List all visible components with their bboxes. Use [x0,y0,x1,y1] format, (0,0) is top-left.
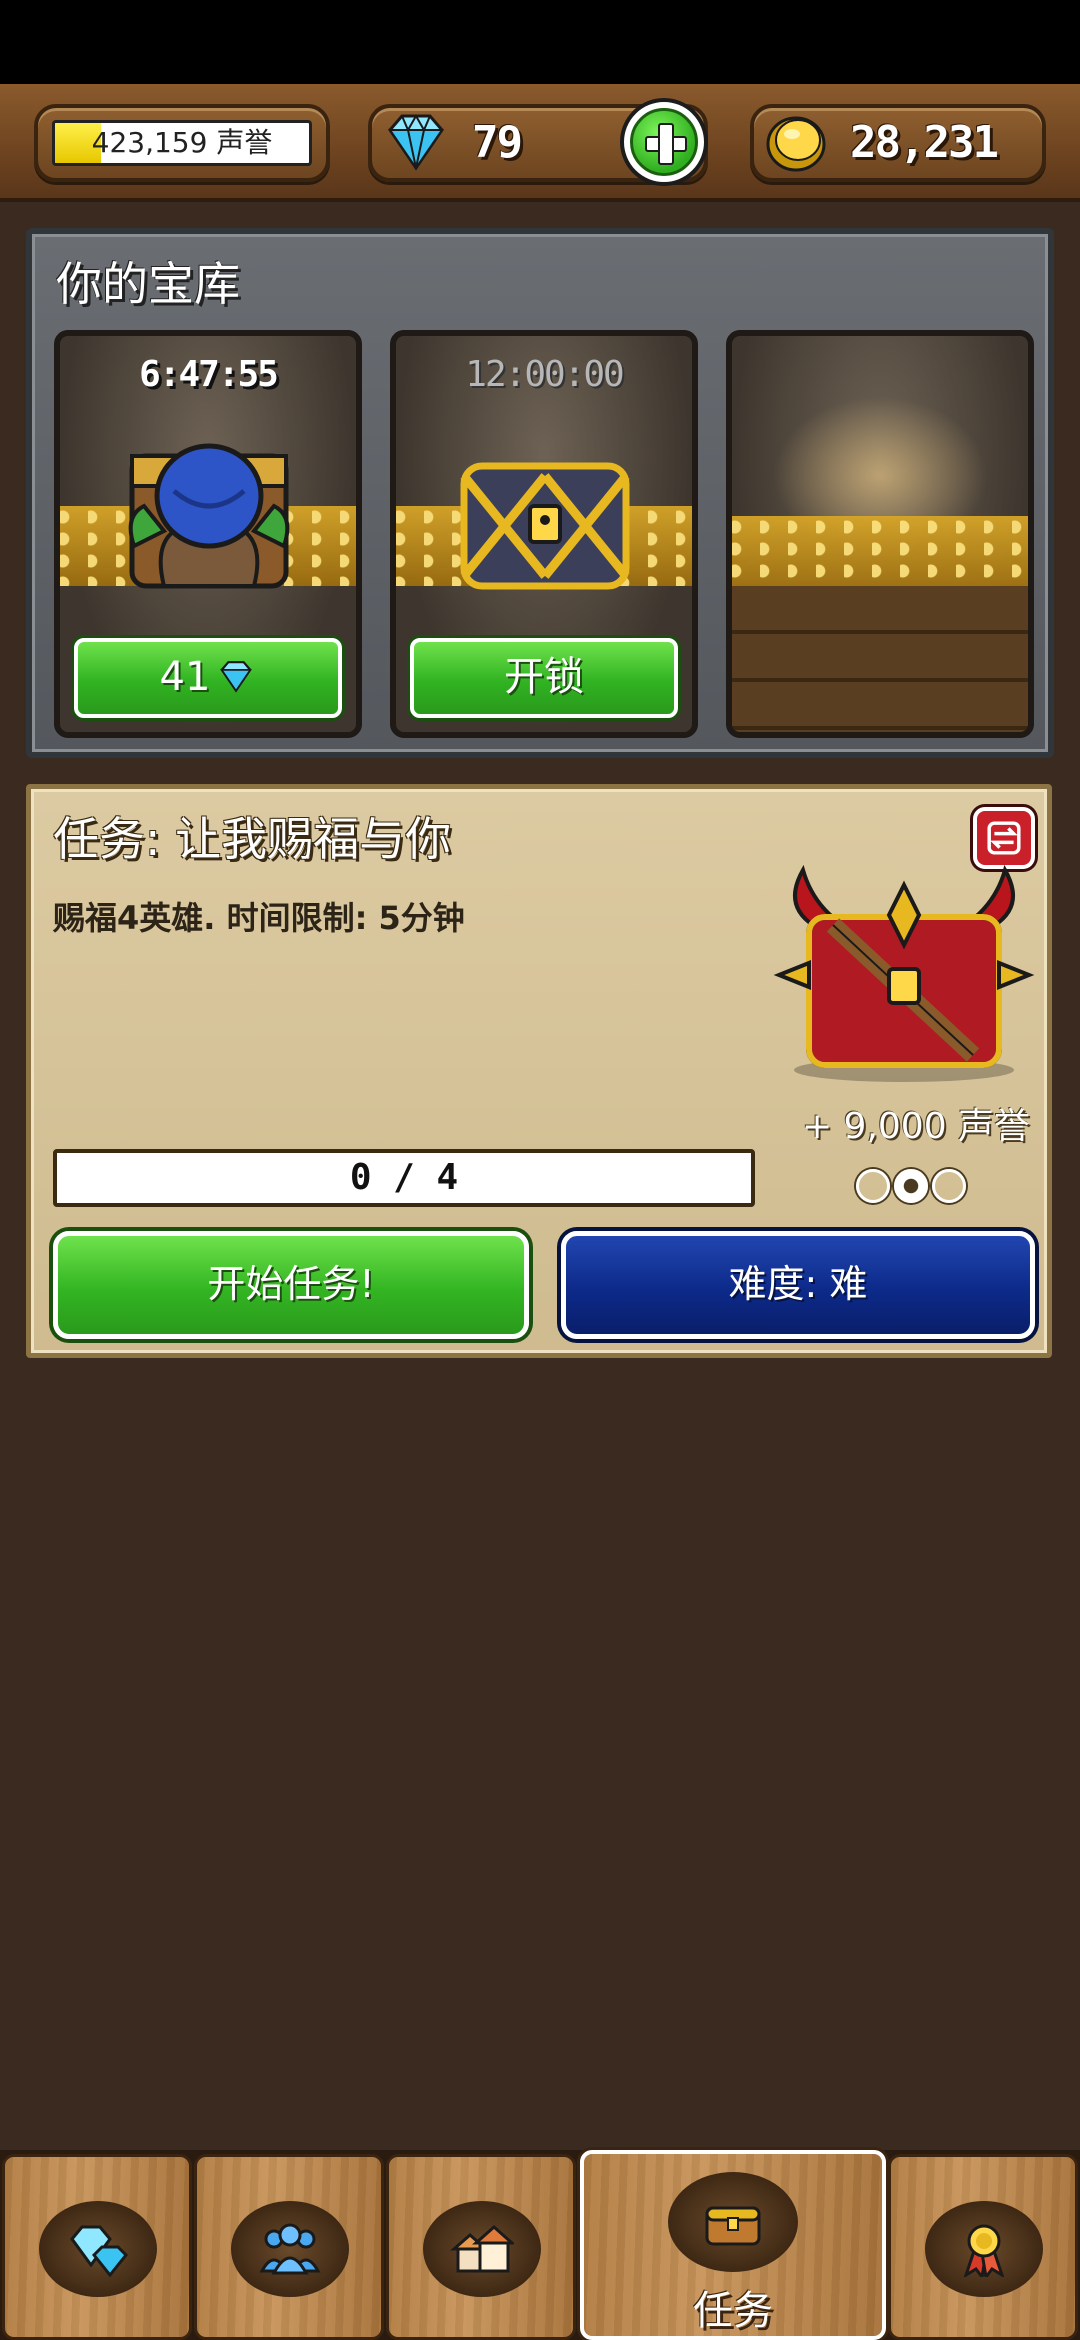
slot-timer: 12:00:00 [465,354,624,395]
start-quest-button[interactable]: 开始任务! [53,1231,529,1339]
difficulty-indicator [851,1169,971,1213]
difficulty-dot [932,1169,966,1203]
reputation-counter: 423,159 声誉 [34,104,330,182]
reputation-progress-bar: 423,159 声誉 [52,120,312,166]
gold-pile [732,516,1028,596]
tab-icon-holder [925,2201,1043,2297]
quest-description: 赐福4英雄. 时间限制: 5分钟 [53,899,465,937]
tab-quests[interactable]: 任务 [580,2150,886,2340]
goblin-chest-icon [128,443,290,589]
vault-title: 你的宝库 [56,257,240,311]
speedup-button[interactable]: 41 [74,638,342,718]
difficulty-dot [894,1169,928,1203]
resource-bar: 423,159 声誉 79 28,231 [0,84,1080,202]
tab-rewards[interactable] [888,2154,1078,2340]
tab-buildings[interactable] [386,2154,576,2340]
quest-progress-bar: 0 / 4 [53,1149,755,1207]
status-bar [0,0,1080,84]
buildings-icon [450,2224,514,2273]
tab-icon-holder [423,2201,541,2297]
vault-slot-1[interactable]: 6:47:55 41 [54,330,362,738]
buy-gems-button[interactable] [620,98,708,186]
tab-icon-holder [668,2172,798,2272]
quest-panel: 任务: 让我赐福与你 赐福4英雄. 时间限制: 5分钟 + 9,000 声誉 0… [26,784,1052,1358]
vault-panel: 你的宝库 6:47:55 41 12:00:00 开锁 [26,228,1054,758]
diamond-icon [220,661,253,693]
red-horned-chest-icon [773,865,1035,1082]
quest-title: 任务: 让我赐福与你 [53,812,452,866]
unlock-button[interactable]: 开锁 [410,638,678,718]
vault-slot-3-empty [726,330,1034,738]
vault-slot-2[interactable]: 12:00:00 开锁 [390,330,698,738]
difficulty-dot [856,1169,890,1203]
plus-icon [630,108,698,176]
coin-counter: 28,231 [750,104,1046,182]
wood-planks [732,586,1028,732]
tab-icon-holder [39,2201,157,2297]
chest-icon [705,2206,761,2246]
diamond-icon [388,113,444,171]
tab-quests-label: 任务 [693,2288,773,2334]
gems-icon [70,2225,129,2277]
medal-icon [963,2224,1005,2277]
tab-icon-holder [231,2201,349,2297]
bottom-nav: 任务 [0,2150,1080,2340]
difficulty-button[interactable]: 难度: 难 [561,1231,1035,1339]
quest-reward: + 9,000 声誉 [801,1106,1031,1147]
reputation-value: 423,159 声誉 [91,126,273,159]
slot-timer: 6:47:55 [139,354,279,395]
quest-progress-text: 0 / 4 [349,1157,459,1198]
coin-count: 28,231 [850,117,999,168]
locked-chest-icon [460,462,630,590]
swap-icon [987,821,1021,855]
tab-heroes[interactable] [194,2154,384,2340]
gold-coin-icon [766,116,826,172]
tab-gems[interactable] [2,2154,192,2340]
heroes-icon [259,2223,321,2275]
speedup-cost: 41 [159,654,211,700]
gem-count: 79 [472,117,523,168]
swap-quest-button[interactable] [973,807,1035,869]
